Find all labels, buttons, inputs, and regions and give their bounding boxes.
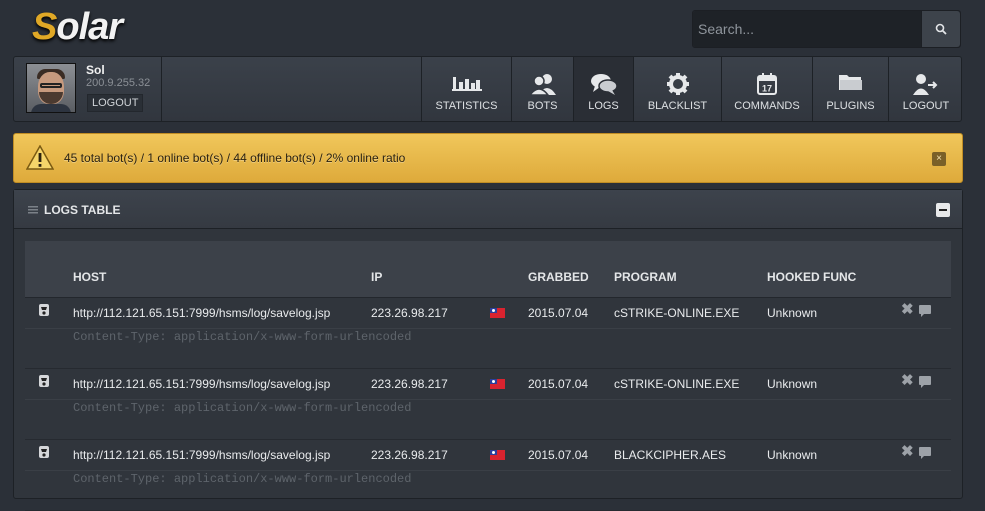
row-hooked: Unknown	[767, 448, 818, 462]
row-hooked: Unknown	[767, 306, 818, 320]
comment-icon[interactable]	[919, 376, 931, 388]
delete-icon[interactable]: ✖	[901, 444, 914, 459]
row-grabbed: 2015.07.04	[528, 377, 589, 391]
app-logo: Solar	[32, 6, 123, 49]
nav-blacklist[interactable]: BLACKLIST	[633, 57, 721, 121]
panel-minimize-button[interactable]	[936, 203, 950, 217]
nav-logout-label: LOGOUT	[902, 100, 950, 112]
row-program: cSTRIKE-ONLINE.EXE	[614, 306, 740, 320]
row-grabbed: 2015.07.04	[528, 306, 589, 320]
user-ip: 200.9.255.32	[86, 77, 151, 89]
country-flag-icon	[490, 308, 505, 318]
calendar-icon: 17	[757, 73, 777, 95]
gear-icon	[666, 73, 689, 95]
chat-bubbles-icon	[590, 74, 617, 95]
row-hooked: Unknown	[767, 377, 818, 391]
logo-text: olar	[56, 6, 123, 48]
nav-bots[interactable]: BOTS	[511, 57, 573, 121]
col-grabbed[interactable]: GRABBED	[528, 270, 589, 284]
row-content-type: Content-Type: application/x-www-form-url…	[73, 401, 412, 415]
status-alert: 45 total bot(s) / 1 online bot(s) / 44 o…	[13, 133, 963, 183]
col-program[interactable]: PROGRAM	[614, 270, 677, 284]
row-host[interactable]: http://112.121.65.151:7999/hsms/log/save…	[73, 448, 330, 462]
col-ip[interactable]: IP	[371, 270, 382, 284]
bot-spy-icon	[39, 375, 49, 387]
search-box	[692, 10, 961, 48]
delete-icon[interactable]: ✖	[901, 302, 914, 317]
svg-text:17: 17	[762, 84, 772, 94]
table-header: HOST IP GRABBED PROGRAM HOOKED FUNC	[25, 241, 951, 298]
table-row: http://112.121.65.151:7999/hsms/log/save…	[25, 369, 951, 440]
country-flag-icon	[490, 379, 505, 389]
nav-plugins-label: PLUGINS	[826, 100, 875, 112]
row-program: cSTRIKE-ONLINE.EXE	[614, 377, 740, 391]
alert-close-button[interactable]: ×	[932, 152, 946, 166]
row-content-type: Content-Type: application/x-www-form-url…	[73, 472, 412, 486]
user-name: Sol	[86, 63, 105, 77]
row-host[interactable]: http://112.121.65.151:7999/hsms/log/save…	[73, 306, 330, 320]
nav-logout[interactable]: LOGOUT	[888, 57, 963, 121]
table-row: http://112.121.65.151:7999/hsms/log/save…	[25, 298, 951, 369]
bot-spy-icon	[39, 304, 49, 316]
row-grabbed: 2015.07.04	[528, 448, 589, 462]
drag-grip-icon[interactable]	[28, 206, 38, 214]
panel-title: LOGS TABLE	[44, 203, 121, 217]
row-ip: 223.26.98.217	[371, 448, 448, 462]
nav-statistics[interactable]: STATISTICS	[421, 57, 511, 121]
comment-icon[interactable]	[919, 305, 931, 317]
nav-commands[interactable]: 17 COMMANDS	[721, 57, 812, 121]
nav-logs-label: LOGS	[588, 100, 619, 112]
nav-statistics-label: STATISTICS	[435, 100, 498, 112]
search-button[interactable]	[921, 11, 960, 47]
main-nav: STATISTICS BOTS LOGS BLACKLIST 17 COMMAN…	[421, 57, 963, 121]
users-icon	[529, 74, 556, 95]
row-content-type: Content-Type: application/x-www-form-url…	[73, 330, 412, 344]
folder-icon	[838, 75, 862, 90]
logo-initial: S	[32, 6, 57, 48]
row-host[interactable]: http://112.121.65.151:7999/hsms/log/save…	[73, 377, 330, 391]
nav-bots-label: BOTS	[527, 100, 558, 112]
nav-blacklist-label: BLACKLIST	[647, 100, 708, 112]
logs-panel: LOGS TABLE HOST IP GRABBED PROGRAM HOOKE…	[13, 189, 963, 511]
search-input[interactable]	[693, 11, 922, 47]
top-bar: Sol 200.9.255.32 LOGOUT STATISTICS BOTS …	[13, 56, 962, 122]
delete-icon[interactable]: ✖	[901, 373, 914, 388]
nav-plugins[interactable]: PLUGINS	[812, 57, 888, 121]
user-panel: Sol 200.9.255.32 LOGOUT	[14, 57, 162, 121]
nav-logs[interactable]: LOGS	[573, 57, 633, 121]
comment-icon[interactable]	[919, 447, 931, 459]
bar-chart-icon	[451, 77, 482, 91]
col-hooked[interactable]: HOOKED FUNC	[767, 270, 856, 284]
warning-icon	[26, 145, 54, 170]
row-ip: 223.26.98.217	[371, 306, 448, 320]
table-row: http://112.121.65.151:7999/hsms/log/save…	[25, 440, 951, 511]
row-program: BLACKCIPHER.AES	[614, 448, 727, 462]
nav-commands-label: COMMANDS	[734, 100, 800, 112]
user-logout-button[interactable]: LOGOUT	[87, 94, 144, 112]
logs-table: HOST IP GRABBED PROGRAM HOOKED FUNC http…	[25, 241, 951, 511]
user-logout-icon	[913, 74, 938, 95]
panel-header: LOGS TABLE	[14, 190, 962, 229]
country-flag-icon	[490, 450, 505, 460]
avatar	[26, 63, 76, 113]
col-host[interactable]: HOST	[73, 270, 106, 284]
search-icon	[935, 23, 947, 35]
row-ip: 223.26.98.217	[371, 377, 448, 391]
bot-spy-icon	[39, 446, 49, 458]
alert-text: 45 total bot(s) / 1 online bot(s) / 44 o…	[64, 151, 406, 165]
